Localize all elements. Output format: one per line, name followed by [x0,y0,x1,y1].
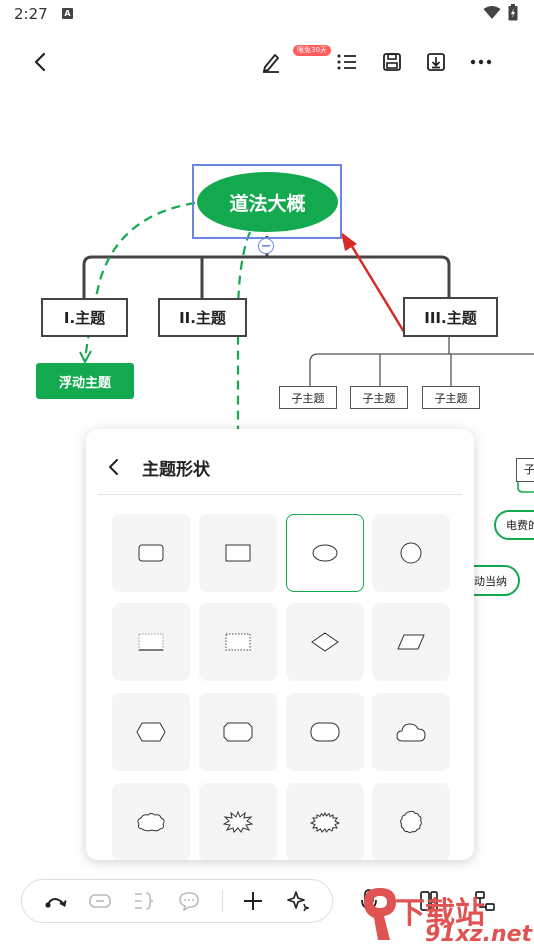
comment-icon [179,892,199,911]
comment-button[interactable] [172,884,206,918]
label-icon [89,894,111,908]
pill-label: 电费的 [506,519,534,532]
underline-rect-icon [138,633,164,651]
ai-button[interactable] [281,884,315,918]
subtopic-label: 子主题 [434,391,468,405]
shape-option-circle[interactable] [372,514,450,592]
add-button[interactable] [236,884,270,918]
watermark-logo [364,888,396,940]
shape-option-dotted-rect[interactable] [199,603,277,681]
cloud-icon [396,723,426,742]
subtopic-label: 子主题 [362,391,396,405]
shape-option-stadium[interactable] [286,693,364,771]
topic-node-1[interactable]: I.主题 [41,298,128,337]
scalloped-circle-icon [400,810,422,833]
watermark-url: 91xz.net [425,922,533,947]
topic-node-2[interactable]: II.主题 [158,298,247,337]
floating-topic[interactable]: 浮动主题 [36,363,134,399]
diamond-icon [311,632,339,652]
circle-icon [400,542,422,564]
connector-button[interactable] [39,884,73,918]
shape-option-cloud[interactable] [372,693,450,771]
topic-node-3[interactable]: III.主题 [403,297,498,337]
spiky-burst-icon [310,811,340,833]
hexagon-icon [136,722,166,742]
topic-label: II.主题 [179,309,226,327]
pill-label: 动当纳 [474,574,507,588]
shape-option-parallelogram[interactable] [372,603,450,681]
shape-option-scalloped-circle[interactable] [372,783,450,860]
partial-connector [517,482,534,493]
topic-label: III.主题 [424,308,477,327]
collapse-toggle[interactable] [258,238,274,254]
panel-divider [98,494,462,495]
octagon-icon [223,722,253,742]
parallelogram-icon [397,634,425,650]
shape-option-diamond[interactable] [286,603,364,681]
shape-option-spiky-burst[interactable] [286,783,364,860]
back-arrow-icon [109,459,118,475]
topic-shape-panel: 主题形状 [86,429,474,860]
panel-back-button[interactable] [96,450,130,484]
ellipse-icon [312,544,338,562]
root-topic[interactable]: 道法大概 [197,172,338,232]
ai-sparkle-icon [287,891,309,912]
root-topic-label: 道法大概 [229,192,306,215]
rounded-rect-icon [138,544,164,562]
minus-icon [262,245,270,247]
label-button[interactable] [83,884,117,918]
floating-topic-label: 浮动主题 [58,375,111,391]
summary-bracket-icon [135,892,154,910]
shape-option-underline[interactable] [112,603,190,681]
shape-option-rounded-rect[interactable] [112,514,190,592]
stadium-icon [310,722,340,742]
panel-title: 主题形状 [142,460,210,480]
curve-connector-icon [45,898,67,908]
cloud-bubble-icon [137,813,165,832]
shape-option-cloud-bubble[interactable] [112,783,190,860]
subtopic-node-2[interactable]: 子主题 [350,386,408,409]
subtopic-label: 子主题 [291,391,325,405]
shape-option-octagon[interactable] [199,693,277,771]
shape-option-rect[interactable] [199,514,277,592]
shape-option-burst[interactable] [199,783,277,860]
topic-label: I.主题 [63,309,106,327]
partial-node-label: 子 [524,463,534,476]
subtopic-node-1[interactable]: 子主题 [279,386,337,409]
partial-pill-node-1[interactable]: 电费的 [494,510,534,540]
shape-option-ellipse[interactable] [286,514,364,592]
add-icon [244,892,262,910]
dotted-rect-icon [225,633,251,651]
subtopic-node-3[interactable]: 子主题 [422,386,480,409]
rect-icon [225,544,251,562]
partial-node-top[interactable]: 子 [516,458,534,482]
burst-icon [223,811,253,833]
toolbar-divider [222,890,223,912]
shape-option-hexagon[interactable] [112,693,190,771]
summary-button[interactable] [127,884,161,918]
